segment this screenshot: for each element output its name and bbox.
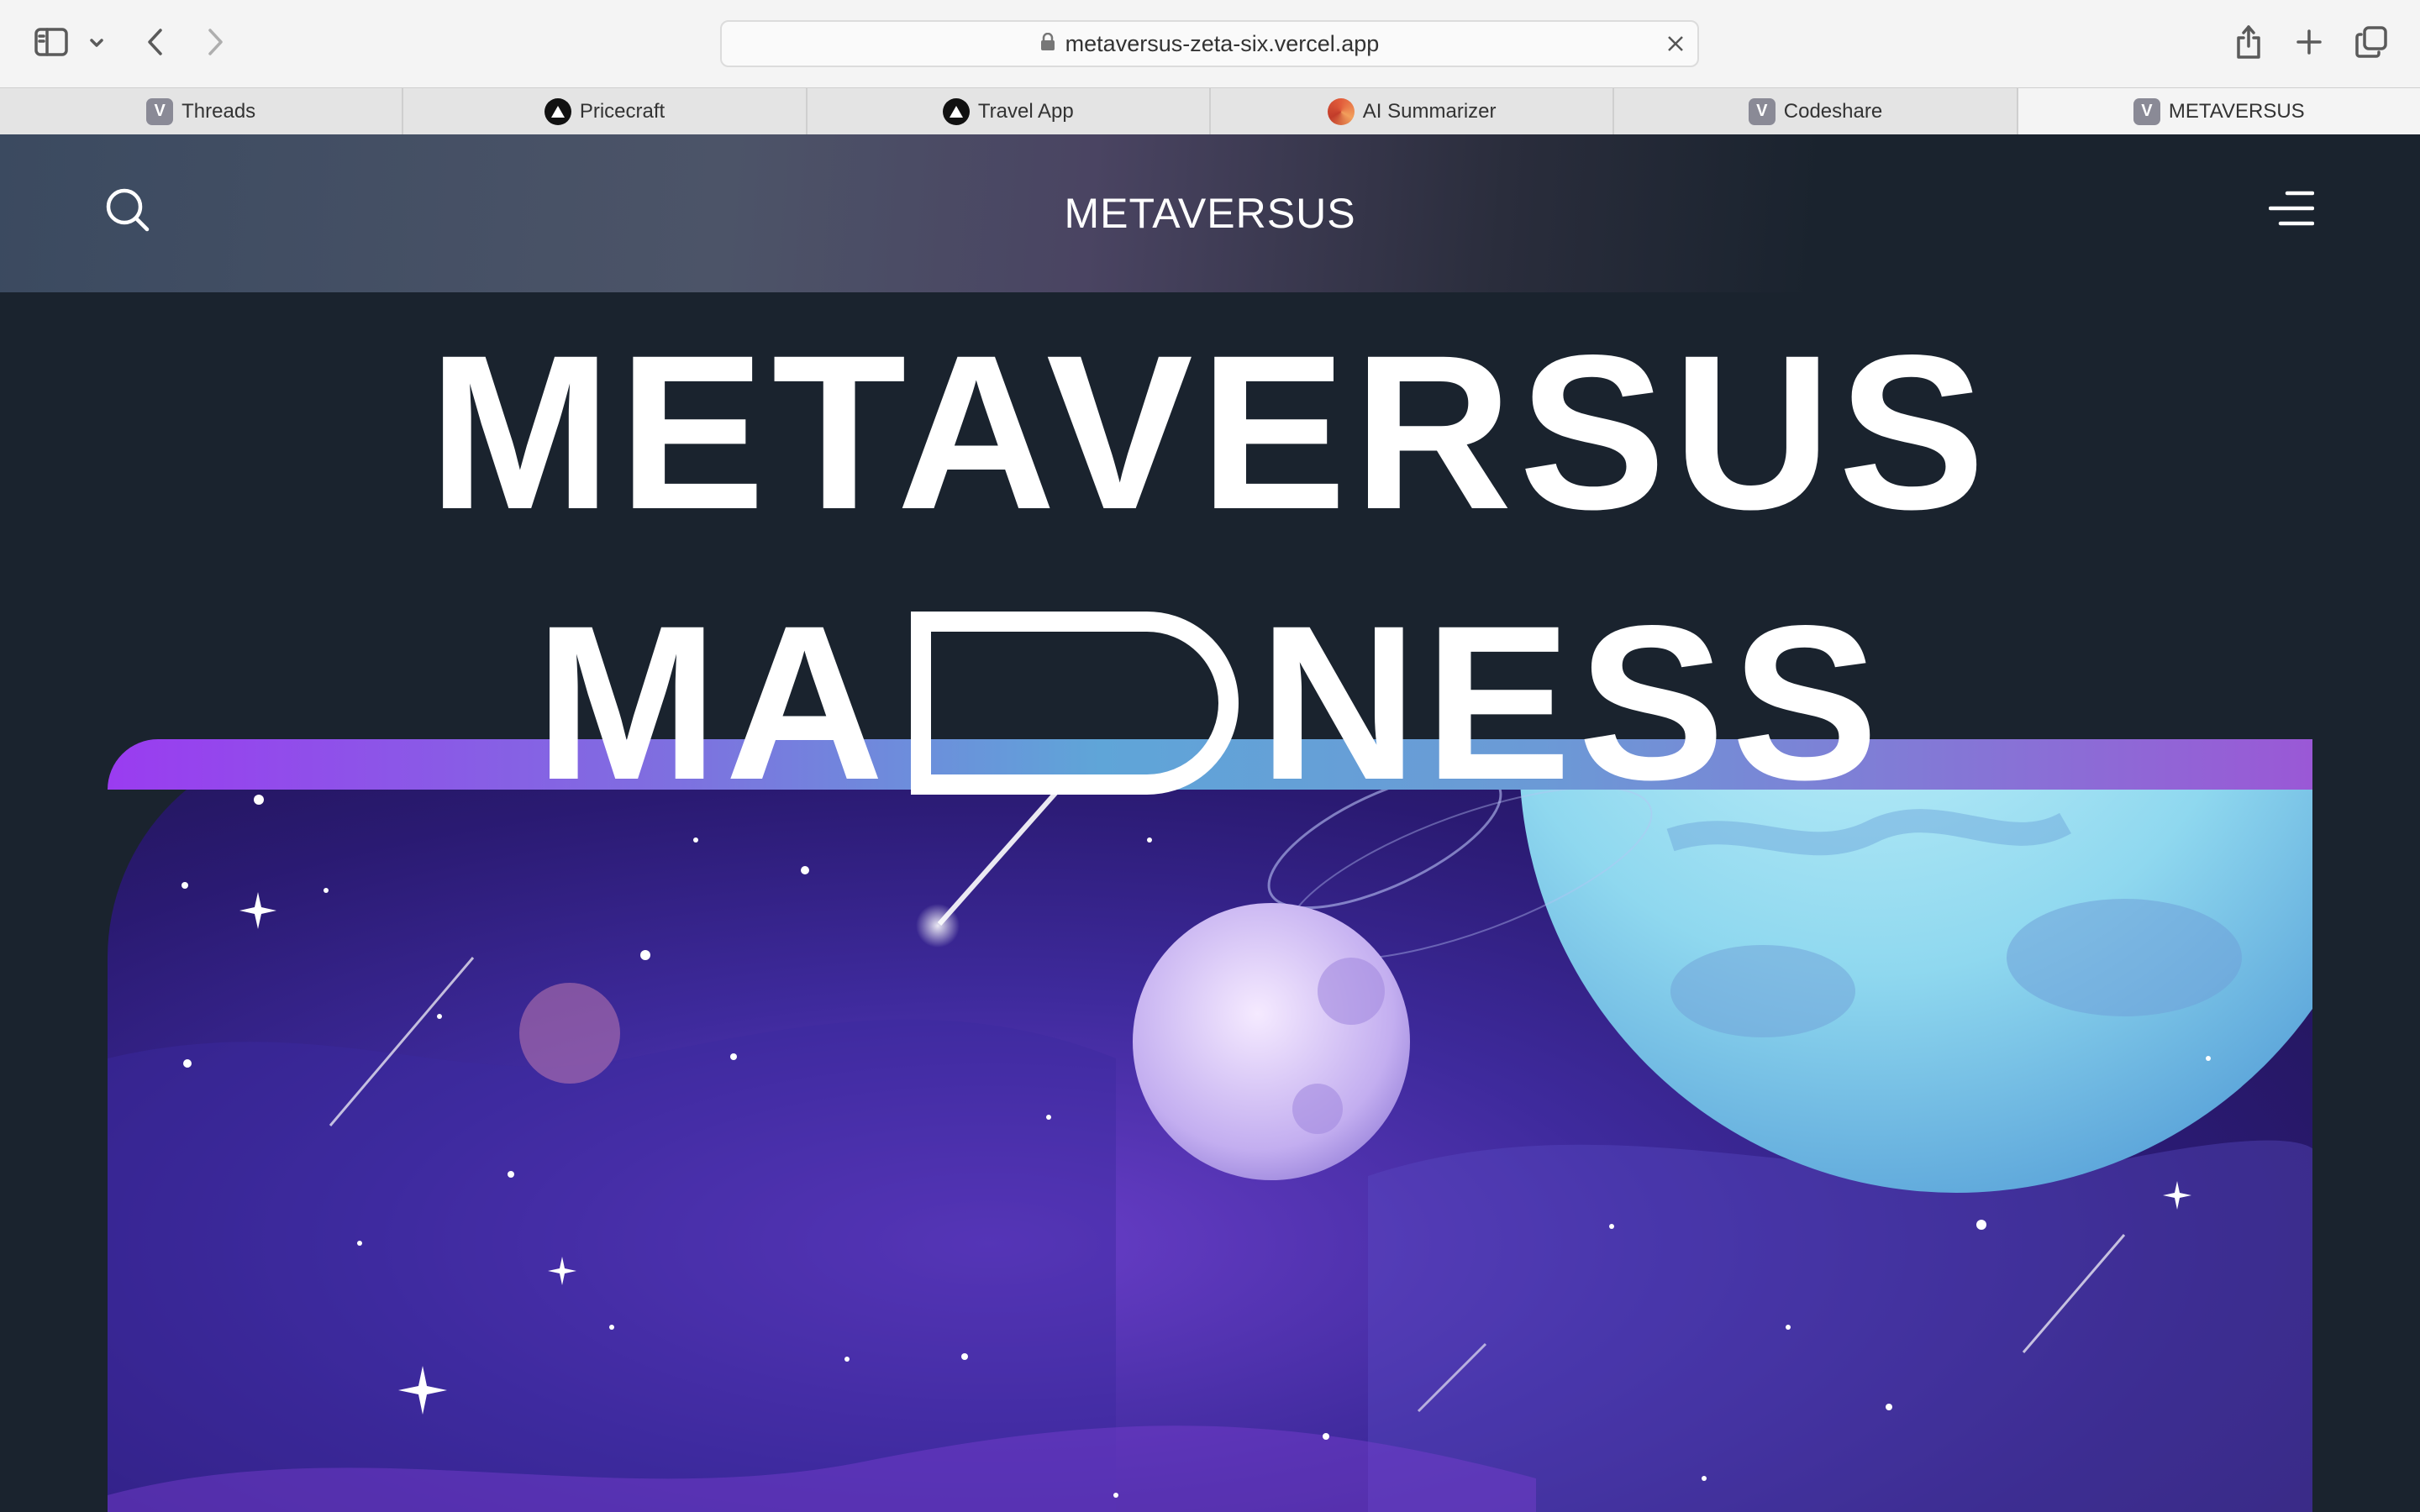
- triangle-favicon-icon: [942, 97, 970, 125]
- tab-label: Pricecraft: [579, 99, 666, 123]
- page-content: METAVERSUS METAVERSUS MA NESS: [0, 134, 2420, 1512]
- hero-title-part-2: NESS: [1259, 580, 1886, 826]
- tab-pricecraft[interactable]: Pricecraft: [403, 88, 808, 134]
- tab-label: METAVERSUS: [2168, 99, 2305, 123]
- site-logo-title[interactable]: METAVERSUS: [0, 189, 2420, 238]
- tab-strip: V Threads Pricecraft Travel App AI Summa…: [0, 87, 2420, 134]
- url-text: metaversus-zeta-six.vercel.app: [1065, 30, 1380, 56]
- ai-favicon-icon: [1327, 97, 1355, 125]
- tab-overview-icon[interactable]: [2353, 24, 2390, 60]
- lock-icon: [1040, 32, 1055, 55]
- tab-label: Codeshare: [1783, 99, 1883, 123]
- browser-toolbar: metaversus-zeta-six.vercel.app: [0, 0, 2420, 87]
- tab-label: AI Summarizer: [1362, 99, 1497, 123]
- tab-label: Travel App: [977, 99, 1074, 123]
- tab-ai-summarizer[interactable]: AI Summarizer: [1211, 88, 1615, 134]
- tab-label: Threads: [182, 99, 256, 123]
- tab-metaversus[interactable]: V METAVERSUS: [2018, 88, 2420, 134]
- back-arrow-icon[interactable]: [139, 25, 172, 59]
- forward-arrow-icon[interactable]: [198, 25, 232, 59]
- v-favicon-icon: V: [1748, 97, 1776, 125]
- chevron-down-icon[interactable]: [86, 32, 108, 54]
- v-favicon-icon: V: [2133, 97, 2160, 125]
- close-icon[interactable]: [1665, 34, 1686, 58]
- address-bar[interactable]: metaversus-zeta-six.vercel.app: [720, 20, 1699, 67]
- hero-space-image: [108, 739, 2312, 1512]
- menu-icon[interactable]: [2268, 190, 2315, 231]
- hero-title-line-1: METAVERSUS: [428, 309, 1992, 555]
- tab-codeshare[interactable]: V Codeshare: [1614, 88, 2018, 134]
- new-tab-icon[interactable]: [2292, 25, 2326, 59]
- share-icon[interactable]: [2230, 22, 2267, 62]
- v-favicon-icon: V: [146, 97, 174, 125]
- hero-title-part-1: MA: [534, 580, 891, 826]
- sidebar-toggle-icon[interactable]: [32, 25, 71, 59]
- site-navbar: METAVERSUS: [0, 134, 2420, 292]
- hero-d-shape-icon: [911, 612, 1239, 795]
- hero-title-line-2: MA NESS: [0, 581, 2420, 825]
- tab-travel-app[interactable]: Travel App: [808, 88, 1211, 134]
- tab-threads[interactable]: V Threads: [0, 88, 404, 134]
- triangle-favicon-icon: [544, 97, 571, 125]
